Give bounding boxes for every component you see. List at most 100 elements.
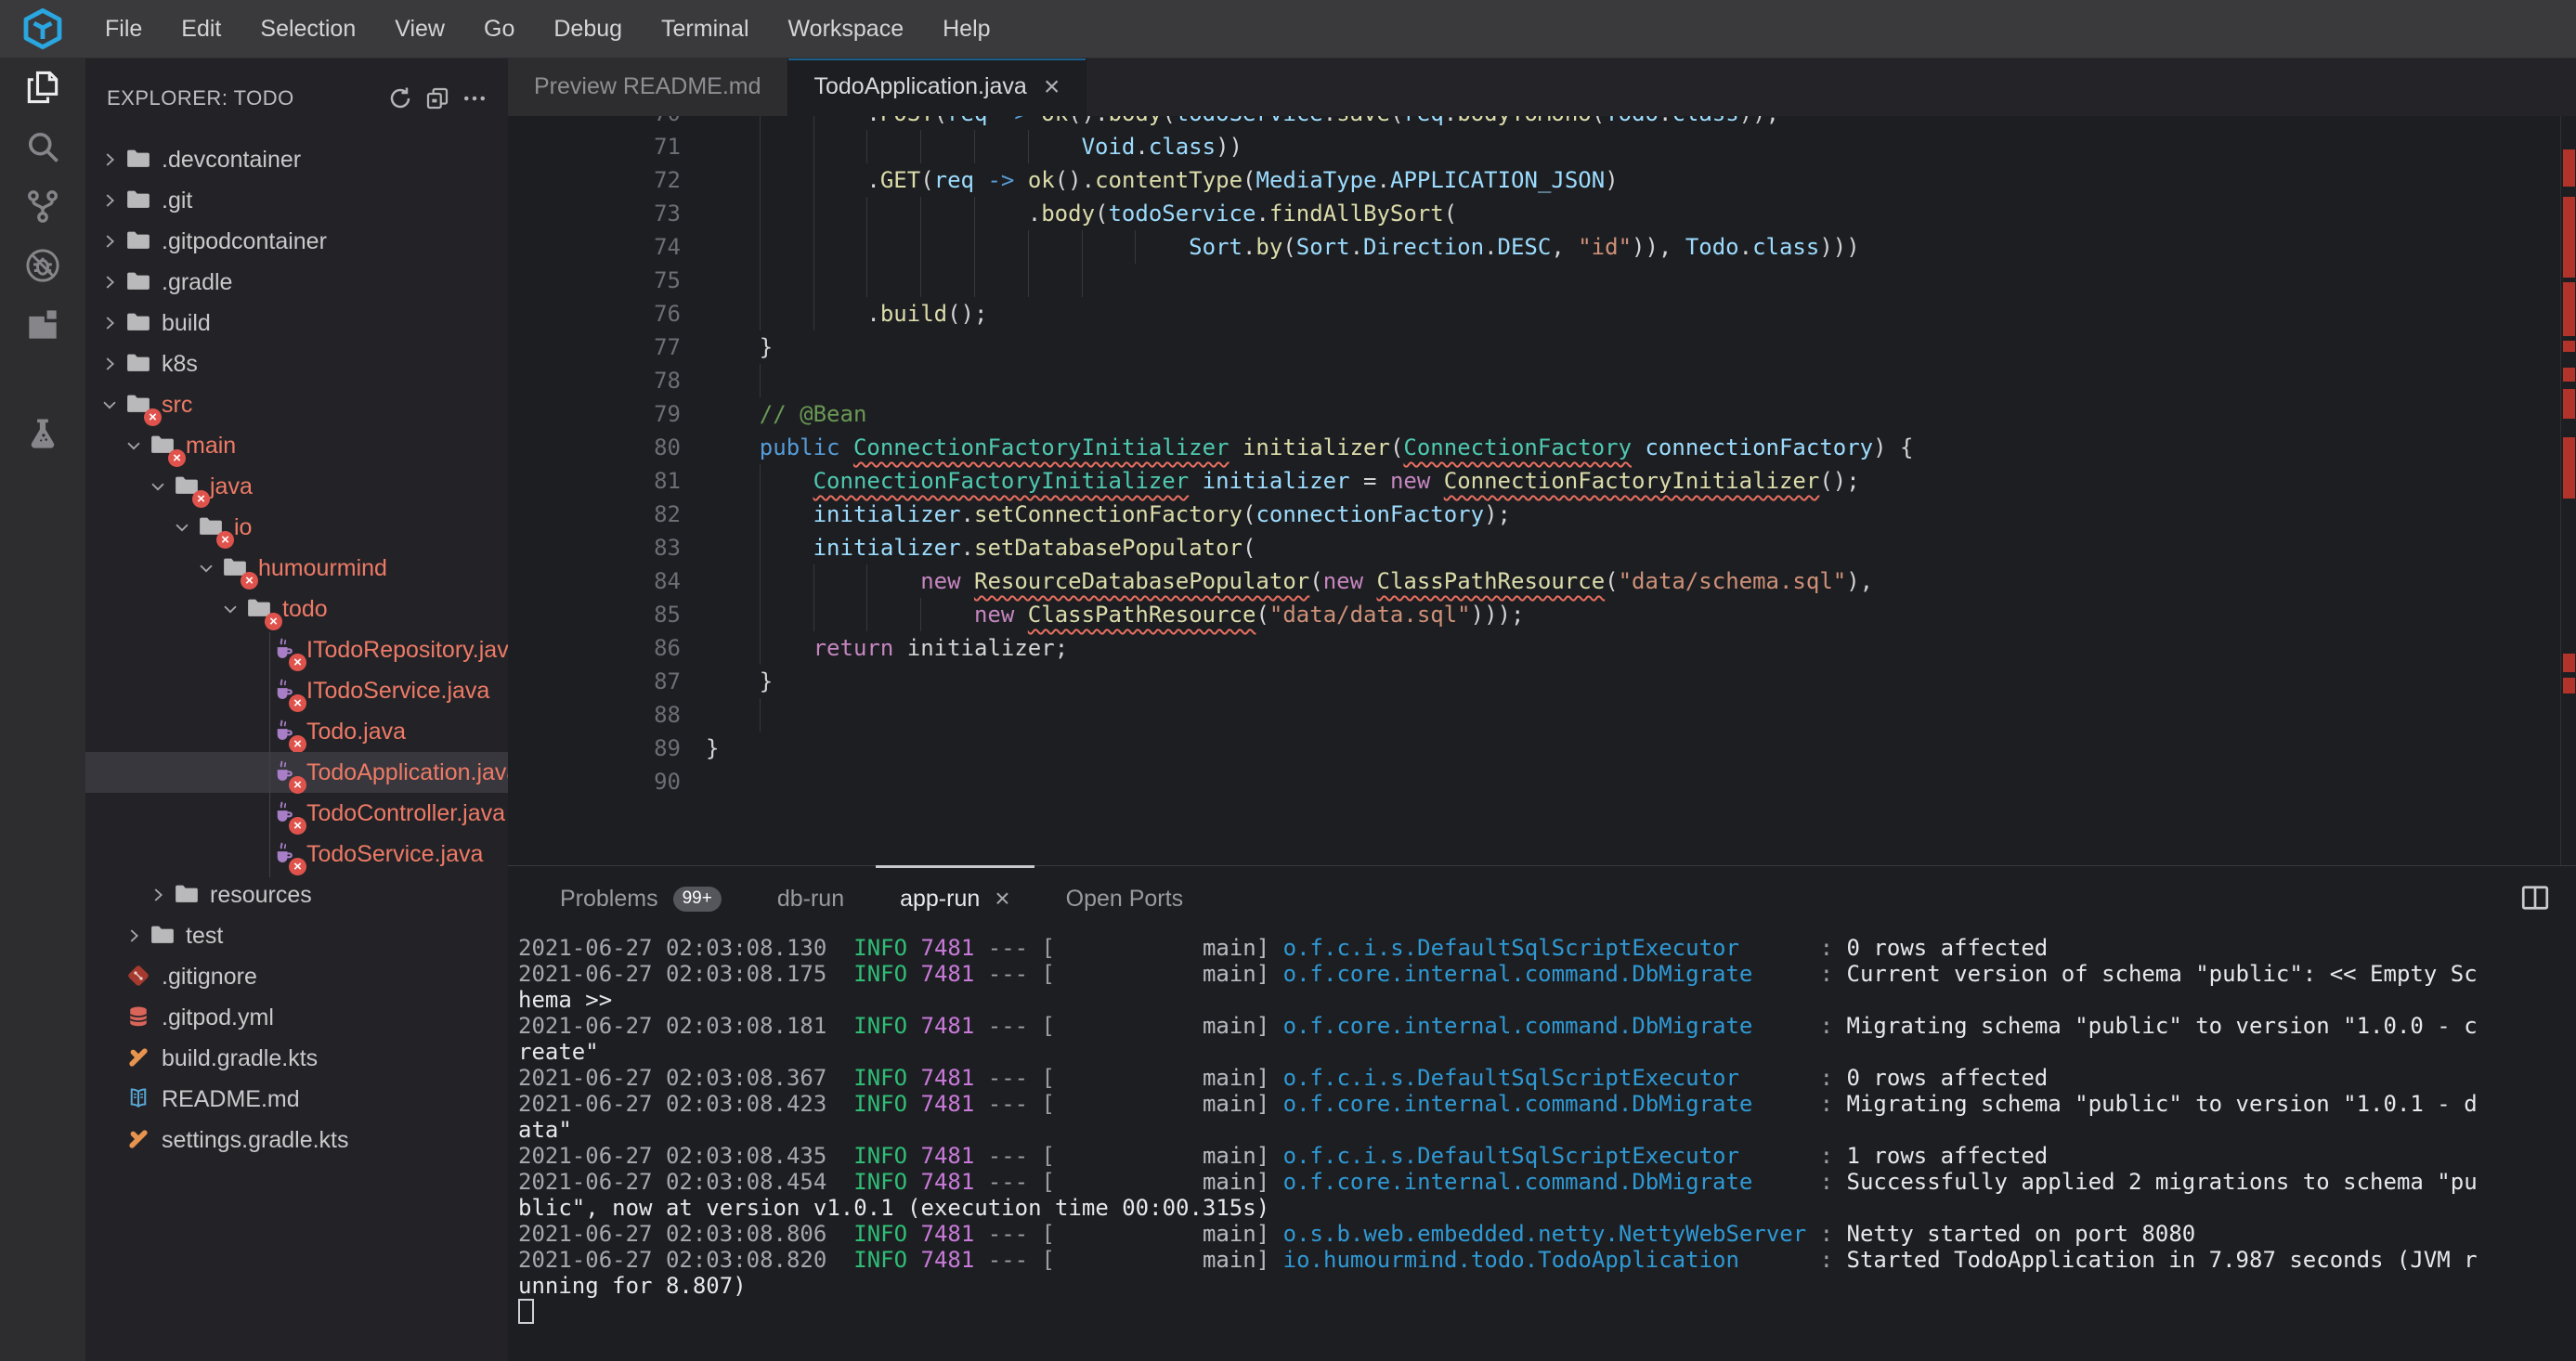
line-content: initializer.setDatabasePopulator( <box>706 535 1255 561</box>
menu-item-debug[interactable]: Debug <box>534 0 642 58</box>
search-icon[interactable] <box>0 117 85 176</box>
folder-icon: × <box>173 472 202 501</box>
terminal-row: 2021-06-27 02:03:08.435 INFO 7481 --- [ … <box>518 1143 2576 1169</box>
menu-item-file[interactable]: File <box>85 0 162 58</box>
tree-item-label: TodoApplication.java <box>306 759 519 786</box>
tree-item-itodorepository-java[interactable]: ×ITodoRepository.java <box>85 629 508 670</box>
tree-item-todo-java[interactable]: ×Todo.java <box>85 711 508 752</box>
tree-item-todocontroller-java[interactable]: ×TodoController.java <box>85 793 508 834</box>
tree-item-readme-md[interactable]: README.md <box>85 1079 508 1120</box>
close-icon[interactable]: × <box>995 884 1009 914</box>
java-file-icon: × <box>269 758 299 787</box>
tree-item-src[interactable]: ×src <box>85 384 508 425</box>
chevron-right-icon[interactable] <box>97 351 123 377</box>
tree-item-label: .devcontainer <box>162 147 301 174</box>
menu-item-terminal[interactable]: Terminal <box>642 0 768 58</box>
collapse-all-icon[interactable] <box>419 80 456 117</box>
indent-guide <box>813 163 867 197</box>
clipped-line: 70.POST(req -> ok().body(todoService.sav… <box>508 116 2561 130</box>
indent-guide <box>920 598 974 631</box>
tree-item-humourmind[interactable]: ×humourmind <box>85 548 508 589</box>
close-icon[interactable]: × <box>1044 73 1060 101</box>
tree-item-git[interactable]: .git <box>85 180 508 221</box>
code-line-85: 85new ClassPathResource("data/data.sql")… <box>508 598 2561 631</box>
chevron-right-icon[interactable] <box>121 923 147 949</box>
terminal-row: 2021-06-27 02:03:08.367 INFO 7481 --- [ … <box>518 1065 2576 1091</box>
menu-item-go[interactable]: Go <box>464 0 534 58</box>
indent-guide <box>813 598 867 631</box>
tab-todoapplication-java[interactable]: TodoApplication.java× <box>788 58 1087 116</box>
chevron-down-icon[interactable] <box>145 473 171 499</box>
panel-tab-app-run[interactable]: app-run× <box>872 866 1038 931</box>
files-icon[interactable] <box>0 58 85 117</box>
chevron-down-icon[interactable] <box>217 596 243 622</box>
tree-item-label: io <box>234 514 252 541</box>
tree-item-k8s[interactable]: k8s <box>85 343 508 384</box>
indent-guide <box>1082 264 1136 297</box>
chevron-right-icon[interactable] <box>97 188 123 214</box>
tree-item-settings-gradle-kts[interactable]: settings.gradle.kts <box>85 1120 508 1160</box>
terminal-row: 2021-06-27 02:03:08.181 INFO 7481 --- [ … <box>518 1013 2576 1039</box>
line-content: .build(); <box>706 301 987 327</box>
panel-tab-db-run[interactable]: db-run <box>749 866 872 931</box>
tree-item-gradle[interactable]: .gradle <box>85 262 508 303</box>
chevron-down-icon[interactable] <box>97 392 123 418</box>
tree-item-resources[interactable]: resources <box>85 875 508 915</box>
source-control-icon[interactable] <box>0 176 85 236</box>
indent-guide <box>974 230 1028 264</box>
tree-item-gitpodcontainer[interactable]: .gitpodcontainer <box>85 221 508 262</box>
tree-item-gitignore[interactable]: .gitignore <box>85 956 508 997</box>
indent-guide <box>706 264 760 297</box>
indent-guide <box>706 297 760 331</box>
terminal-output[interactable]: 2021-06-27 02:03:08.130 INFO 7481 --- [ … <box>518 935 2576 1325</box>
indent-guide <box>974 130 1028 163</box>
chevron-right-icon[interactable] <box>97 228 123 254</box>
tree-item-build-gradle-kts[interactable]: build.gradle.kts <box>85 1038 508 1079</box>
tree-item-io[interactable]: ×io <box>85 507 508 548</box>
menu-item-edit[interactable]: Edit <box>162 0 241 58</box>
tree-item-todoapplication-java[interactable]: ×TodoApplication.java <box>85 752 508 793</box>
tree-item-itodoservice-java[interactable]: ×ITodoService.java <box>85 670 508 711</box>
debug-disabled-icon[interactable] <box>0 236 85 295</box>
chevron-right-icon[interactable] <box>97 147 123 173</box>
line-number: 74 <box>508 230 706 264</box>
overview-ruler[interactable] <box>2560 116 2576 865</box>
indent-guide <box>1135 230 1189 264</box>
tree-item-label: README.md <box>162 1086 300 1113</box>
plugins-icon[interactable] <box>0 295 85 355</box>
flask-icon[interactable] <box>0 405 85 464</box>
menu-item-view[interactable]: View <box>375 0 464 58</box>
tree-item-todo[interactable]: ×todo <box>85 589 508 629</box>
code-editor[interactable]: 70.POST(req -> ok().body(todoService.sav… <box>508 116 2576 865</box>
tree-item-build[interactable]: build <box>85 303 508 343</box>
chevron-right-icon[interactable] <box>97 310 123 336</box>
error-mark <box>2563 341 2575 352</box>
tree-item-devcontainer[interactable]: .devcontainer <box>85 139 508 180</box>
line-number: 73 <box>508 197 706 230</box>
tree-item-java[interactable]: ×java <box>85 466 508 507</box>
tree-item-todoservice-java[interactable]: ×TodoService.java <box>85 834 508 875</box>
refresh-icon[interactable] <box>382 80 419 117</box>
tree-item-test[interactable]: test <box>85 915 508 956</box>
indent-guide <box>706 631 760 665</box>
chevron-right-icon[interactable] <box>145 882 171 908</box>
panel-tab-problems[interactable]: Problems99+ <box>532 866 749 931</box>
more-actions-icon[interactable] <box>456 80 493 117</box>
panel-tab-open-ports[interactable]: Open Ports <box>1038 866 1211 931</box>
line-content: .POST(req -> ok().body(todoService.save(… <box>706 116 1779 126</box>
menu-item-selection[interactable]: Selection <box>241 0 375 58</box>
menu-item-workspace[interactable]: Workspace <box>769 0 924 58</box>
tab-preview-readme-md[interactable]: Preview README.md <box>508 58 788 116</box>
menu-item-help[interactable]: Help <box>923 0 1009 58</box>
tree-item-label: build <box>162 310 211 337</box>
tree-item-main[interactable]: ×main <box>85 425 508 466</box>
chevron-down-icon[interactable] <box>193 555 219 581</box>
indent-guide <box>760 264 813 297</box>
gitpod-logo[interactable] <box>0 0 85 58</box>
chevron-down-icon[interactable] <box>121 433 147 459</box>
tree-item-gitpod-yml[interactable]: .gitpod.yml <box>85 997 508 1038</box>
chevron-right-icon[interactable] <box>97 269 123 295</box>
chevron-down-icon[interactable] <box>169 514 195 540</box>
tree-item-label: .gitpod.yml <box>162 1005 274 1031</box>
split-panel-icon[interactable] <box>2518 881 2556 918</box>
